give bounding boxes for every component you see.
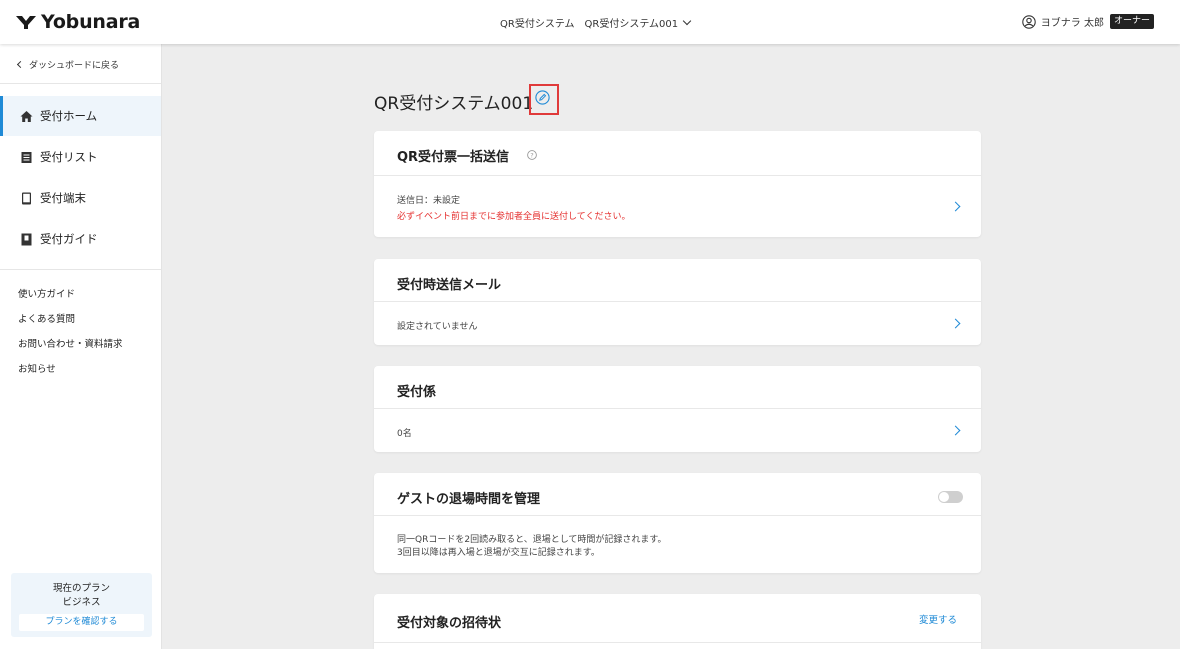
device-icon xyxy=(22,192,31,204)
sidebar-item-label: 受付ホーム xyxy=(40,109,98,123)
yobunara-logo-icon xyxy=(16,16,36,29)
help-icon[interactable]: ? xyxy=(527,150,537,160)
user-name: ヨブナラ 太郎 xyxy=(1040,18,1104,29)
current-plan-box: 現在のプラン ビジネス プランを確認する xyxy=(11,573,152,637)
chevron-right-icon xyxy=(950,318,961,329)
selected-system: QR受付システム001 xyxy=(584,19,679,30)
user-circle-icon xyxy=(1022,14,1036,29)
plan-name: ビジネス xyxy=(62,597,101,608)
card-title: 受付対象の招待状 xyxy=(397,616,502,631)
sidebar-item-reception-home[interactable]: 受付ホーム xyxy=(0,96,161,136)
card-header: ゲストの退場時間を管理 xyxy=(374,473,981,516)
chevron-right-icon xyxy=(950,201,961,212)
exit-time-toggle[interactable] xyxy=(938,491,963,503)
top-header: Yobunara QR受付システム QR受付システム001 ヨブナラ 太郎 オー… xyxy=(0,0,1180,44)
back-label: ダッシュボードに戻る xyxy=(29,61,120,71)
sidebar-link-contact[interactable]: お問い合わせ・資料請求 xyxy=(18,336,123,350)
exit-desc-line-1: 同一QRコードを2回読み取ると、退場として時間が記録されます。 xyxy=(397,535,667,545)
card-title: ゲストの退場時間を管理 xyxy=(397,492,541,507)
sidebar-divider xyxy=(0,269,161,270)
page-title: QR受付システム001 xyxy=(374,94,534,114)
pencil-edit-icon[interactable] xyxy=(535,90,550,105)
list-icon xyxy=(21,151,32,163)
chevron-right-icon xyxy=(950,425,961,436)
yobunara-logo[interactable]: Yobunara xyxy=(15,11,140,33)
sidebar-item-label: 受付端末 xyxy=(40,191,86,205)
sidebar-item-reception-guide[interactable]: 受付ガイド xyxy=(0,219,161,259)
sidebar-link-faq[interactable]: よくある質問 xyxy=(18,311,75,325)
staff-count-text: 0名 xyxy=(397,429,412,439)
card-header: 受付係 xyxy=(374,366,981,409)
exit-desc-line-2: 3回目以降は再入場と退場が交互に記録されます。 xyxy=(397,548,600,558)
bulk-send-card[interactable]: QR受付票一括送信 ? 送信日：未設定 必ずイベント前日までに参加者全員に送付し… xyxy=(374,131,981,237)
plan-title: 現在のプラン xyxy=(52,583,110,594)
card-title: 受付時送信メール xyxy=(397,278,502,293)
target-invitation-card: 受付対象の招待状 変更する xyxy=(374,594,981,649)
reception-mail-card[interactable]: 受付時送信メール 設定されていません xyxy=(374,259,981,345)
sidebar-item-label: 受付ガイド xyxy=(40,232,98,246)
home-icon xyxy=(20,110,33,122)
sidebar-item-reception-list[interactable]: 受付リスト xyxy=(0,137,161,177)
guide-book-icon xyxy=(21,233,32,245)
reception-staff-card[interactable]: 受付係 0名 xyxy=(374,366,981,452)
toggle-knob xyxy=(939,492,949,502)
sidebar-item-reception-device[interactable]: 受付端末 xyxy=(0,178,161,218)
card-title: 受付係 xyxy=(397,385,437,400)
sidebar-item-label: 受付リスト xyxy=(40,150,98,164)
send-warning-text: 必ずイベント前日までに参加者全員に送付してください。 xyxy=(397,212,631,222)
sidebar-divider xyxy=(0,83,161,84)
logo-text: Yobunara xyxy=(41,11,141,33)
card-header: 受付対象の招待状 変更する xyxy=(374,594,981,643)
card-title: QR受付票一括送信 xyxy=(397,150,510,165)
send-date-text: 送信日：未設定 xyxy=(397,196,461,206)
change-invitation-link[interactable]: 変更する xyxy=(919,612,957,626)
chevron-down-icon xyxy=(682,16,692,25)
card-header: QR受付票一括送信 ? xyxy=(374,131,981,176)
sidebar-link-usage-guide[interactable]: 使い方ガイド xyxy=(18,286,75,300)
sidebar: ダッシュボードに戻る 受付ホーム 受付リスト 受付端末 受付ガイド 使い方ガイド xyxy=(0,44,162,649)
role-badge: オーナー xyxy=(1109,14,1154,29)
sidebar-link-news[interactable]: お知らせ xyxy=(18,361,56,375)
chevron-left-icon xyxy=(16,60,25,69)
check-plan-button[interactable]: プランを確認する xyxy=(19,614,144,631)
mail-status-text: 設定されていません xyxy=(397,322,478,332)
exit-time-card: ゲストの退場時間を管理 同一QRコードを2回読み取ると、退場として時間が記録され… xyxy=(374,473,981,573)
back-to-dashboard-link[interactable]: ダッシュボードに戻る xyxy=(16,58,120,71)
svg-text:?: ? xyxy=(530,151,533,159)
system-name: QR受付システム xyxy=(500,19,575,30)
system-switcher[interactable]: QR受付システム QR受付システム001 xyxy=(500,15,692,30)
user-menu[interactable]: ヨブナラ 太郎 オーナー xyxy=(1022,14,1154,29)
card-header: 受付時送信メール xyxy=(374,259,981,302)
